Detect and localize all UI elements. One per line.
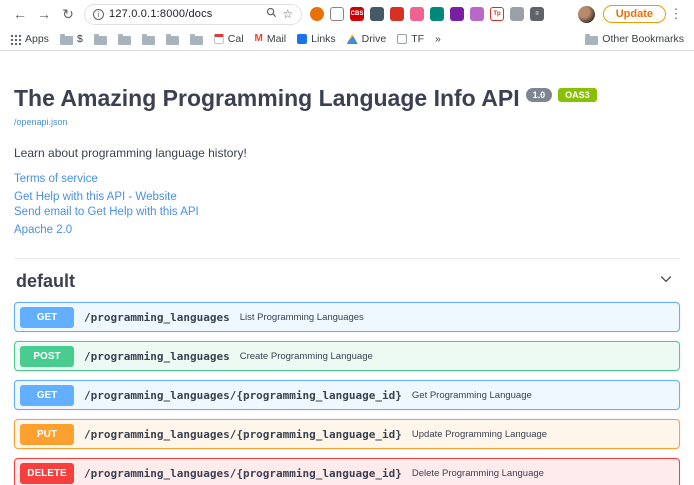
folder-icon (585, 36, 598, 45)
bookmark-links[interactable]: Links (297, 33, 336, 45)
bookmark-overflow[interactable]: » (435, 33, 441, 45)
swagger-page: The Amazing Programming Language Info AP… (0, 85, 694, 485)
bookmark-label: » (435, 33, 441, 45)
info-link-0[interactable]: Terms of service (14, 172, 680, 187)
endpoint-path: /programming_languages/{programming_lang… (84, 428, 402, 441)
info-link-2[interactable]: Send email to Get Help with this API (14, 205, 680, 220)
bookmark-label: TF (411, 33, 424, 45)
bookmark-star-icon[interactable]: ☆ (282, 7, 293, 21)
address-bar[interactable]: i 127.0.0.1:8000/docs ☆ (84, 4, 302, 25)
tag-name: default (16, 271, 75, 292)
endpoint-summary: Create Programming Language (240, 351, 373, 362)
outline-app-extension-icon[interactable] (330, 7, 344, 21)
folder-icon (118, 36, 131, 45)
bookmark-folder-5[interactable] (166, 34, 179, 45)
site-info-icon[interactable]: i (93, 9, 104, 20)
calendar-icon (214, 34, 224, 44)
mosaic-app-extension-icon[interactable] (450, 7, 464, 21)
endpoint-row-3-put[interactable]: PUT/programming_languages/{programming_l… (14, 419, 680, 449)
page-title: The Amazing Programming Language Info AP… (14, 85, 680, 112)
oas3-badge: OAS3 (558, 88, 597, 102)
extensions-row: CBS Tp ≡ (310, 7, 570, 21)
endpoint-path: /programming_languages/{programming_lang… (84, 467, 402, 480)
notes-app-extension-icon[interactable]: ≡ (530, 7, 544, 21)
folder-icon (142, 36, 155, 45)
folder-icon (60, 36, 73, 45)
browser-window: ← → ↻ i 127.0.0.1:8000/docs ☆ CBS Tp ≡ Upd… (0, 0, 694, 485)
bookmark-folder-6[interactable] (190, 34, 203, 45)
endpoint-row-0-get[interactable]: GET/programming_languages List Programmin… (14, 302, 680, 332)
bookmark-apps[interactable]: Apps (10, 33, 49, 45)
url-text[interactable]: 127.0.0.1:8000/docs (109, 8, 261, 20)
endpoint-row-2-get[interactable]: GET/programming_languages/{programming_l… (14, 380, 680, 410)
adblock-extension-icon[interactable] (310, 7, 324, 21)
folder-icon (94, 36, 107, 45)
pencil-app-extension-icon[interactable] (410, 7, 424, 21)
bookmark-folder-4[interactable] (142, 34, 155, 45)
search-icon[interactable] (266, 7, 277, 21)
teal-app-extension-icon[interactable] (430, 7, 444, 21)
bookmark-label: Other Bookmarks (602, 33, 684, 45)
forward-icon[interactable]: → (32, 6, 56, 22)
api-description: Learn about programming language history… (14, 146, 680, 160)
endpoints-list: GET/programming_languages List Programmin… (14, 302, 680, 485)
bookmark-drive[interactable]: Drive (347, 33, 387, 45)
bookmark-folder-dollar[interactable]: $ (60, 33, 83, 45)
apps-grid-icon (10, 34, 21, 45)
cbs-extension-icon[interactable]: CBS (350, 7, 364, 21)
folder-icon (190, 36, 203, 45)
method-badge: POST (20, 346, 74, 367)
refresh-icon[interactable]: ↻ (56, 6, 80, 23)
method-badge: GET (20, 385, 74, 406)
endpoint-summary: Get Programming Language (412, 390, 532, 401)
bookmark-label: Apps (25, 33, 49, 45)
bookmark-gmail[interactable]: M Mail (255, 33, 287, 45)
endpoint-summary: Update Programming Language (412, 429, 547, 440)
bookmark-label: $ (77, 33, 83, 45)
info-link-1[interactable]: Get Help with this API - Website (14, 190, 680, 205)
diamond-app-extension-icon[interactable] (390, 7, 404, 21)
tag-section-header[interactable]: default (14, 259, 680, 302)
endpoint-row-1-post[interactable]: POST/programming_languages Create Program… (14, 341, 680, 371)
tampermonkey-extension-icon[interactable]: Tp (490, 7, 504, 21)
browser-toolbar: ← → ↻ i 127.0.0.1:8000/docs ☆ CBS Tp ≡ Upd… (0, 0, 694, 28)
method-badge: PUT (20, 424, 74, 445)
folder-icon (166, 36, 179, 45)
flower-app-extension-icon[interactable] (470, 7, 484, 21)
bookmark-label: Links (311, 33, 336, 45)
method-badge: GET (20, 307, 74, 328)
chevron-down-icon[interactable] (658, 271, 674, 292)
bookmark-folder-3[interactable] (118, 34, 131, 45)
bookmark-label: Drive (362, 33, 387, 45)
endpoint-path: /programming_languages (84, 350, 230, 363)
gmail-icon: M (255, 34, 263, 44)
drive-icon (347, 34, 358, 44)
bookmark-calendar[interactable]: Cal (214, 33, 244, 45)
gray-app-extension-icon[interactable] (510, 7, 524, 21)
endpoint-summary: List Programming Languages (240, 312, 364, 323)
avatar[interactable] (578, 6, 595, 23)
endpoint-path: /programming_languages/{programming_lang… (84, 389, 402, 402)
openapi-spec-link[interactable]: /openapi.json (14, 117, 68, 127)
links-icon (297, 34, 307, 44)
endpoint-row-4-delete[interactable]: DELETE/programming_languages/{programmin… (14, 458, 680, 485)
api-title-text: The Amazing Programming Language Info AP… (14, 85, 520, 112)
bookmark-other-bookmarks[interactable]: Other Bookmarks (585, 33, 684, 45)
update-button[interactable]: Update (603, 5, 666, 23)
bookmark-label: Cal (228, 33, 244, 45)
info-link-3[interactable]: Apache 2.0 (14, 223, 680, 238)
version-badge: 1.0 (526, 88, 553, 102)
bookmark-folder-2[interactable] (94, 34, 107, 45)
menu-dots-icon[interactable]: ⋮ (666, 6, 686, 22)
bookmark-label: Mail (267, 33, 286, 45)
endpoint-summary: Delete Programming Language (412, 468, 544, 479)
bookmarks-bar: Apps $ Cal M Mail Links Drive TF » Other Bookmar… (0, 28, 694, 51)
privacy-shield-extension-icon[interactable] (370, 7, 384, 21)
back-icon[interactable]: ← (8, 6, 32, 22)
bookmark-tensorflow[interactable]: TF (397, 33, 424, 45)
info-links: Terms of service Get Help with this API -… (14, 172, 680, 238)
endpoint-path: /programming_languages (84, 311, 230, 324)
tf-icon (397, 34, 407, 44)
method-badge: DELETE (20, 463, 74, 484)
